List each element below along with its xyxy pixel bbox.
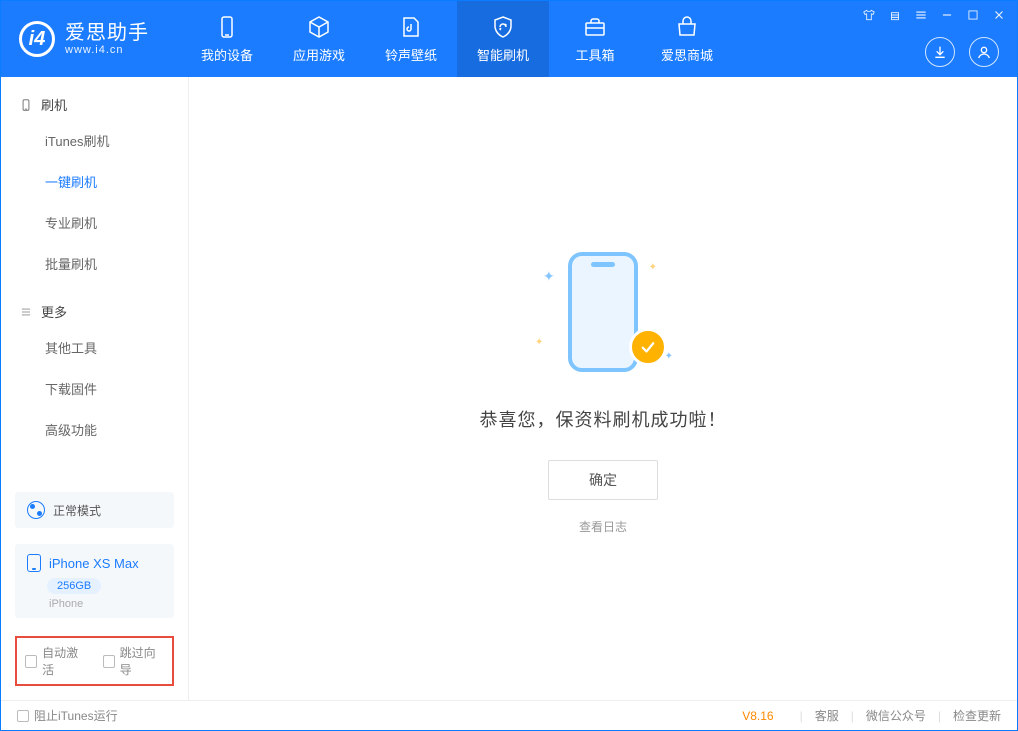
maximize-icon[interactable]: [965, 7, 981, 23]
nav-label: 爱思商城: [661, 45, 713, 64]
sidebar-item-itunes-flash[interactable]: iTunes刷机: [45, 120, 188, 161]
checkmark-badge-icon: [629, 328, 667, 366]
sidebar-section-title: 刷机: [41, 95, 67, 114]
link-support support[interactable]: 客服: [815, 707, 839, 724]
ok-button[interactable]: 确定: [548, 460, 658, 500]
shirt-icon[interactable]: [861, 7, 877, 23]
separator: |: [800, 709, 803, 723]
success-message: 恭喜您，保资料刷机成功啦！: [480, 406, 727, 432]
nav-label: 我的设备: [201, 45, 253, 64]
sparkle-icon: ✦: [649, 262, 657, 273]
sidebar-item-batch-flash[interactable]: 批量刷机: [45, 243, 188, 284]
toolbox-icon: [582, 14, 608, 40]
sidebar-item-download-firmware[interactable]: 下载固件: [45, 368, 188, 409]
lock-icon[interactable]: [887, 7, 903, 23]
device-icon: [214, 14, 240, 40]
window-controls: [861, 7, 1007, 23]
list-icon: [19, 305, 33, 319]
nav-ringtones-wallpapers[interactable]: 铃声壁纸: [365, 1, 457, 77]
sidebar-item-oneclick-flash[interactable]: 一键刷机: [45, 161, 188, 202]
sidebar-section-title: 更多: [41, 302, 67, 321]
app-title: 爱思助手: [65, 22, 149, 44]
nav-store[interactable]: 爱思商城: [641, 1, 733, 77]
checkbox-icon: [25, 655, 37, 668]
shield-refresh-icon: [490, 14, 516, 40]
status-left: 阻止iTunes运行: [17, 707, 734, 724]
checkbox-label: 跳过向导: [120, 644, 164, 678]
close-icon[interactable]: [991, 7, 1007, 23]
device-card[interactable]: iPhone XS Max 256GB iPhone: [15, 544, 174, 618]
sidebar-header-more: 更多: [1, 302, 188, 327]
menu-icon[interactable]: [913, 7, 929, 23]
store-icon: [674, 14, 700, 40]
sidebar-section-flash: 刷机 iTunes刷机 一键刷机 专业刷机 批量刷机: [1, 77, 188, 284]
device-name-row: iPhone XS Max: [27, 554, 162, 572]
sidebar-item-other-tools[interactable]: 其他工具: [45, 327, 188, 368]
music-file-icon: [398, 14, 424, 40]
statusbar: 阻止iTunes运行 V8.16 | 客服 | 微信公众号 | 检查更新: [1, 700, 1017, 730]
checkbox-icon: [17, 710, 29, 722]
sidebar-items: 其他工具 下载固件 高级功能: [1, 327, 188, 450]
mode-card[interactable]: 正常模式: [15, 492, 174, 528]
cube-icon: [306, 14, 332, 40]
separator: |: [938, 709, 941, 723]
version-label: V8.16: [742, 709, 773, 723]
logo-icon: i4: [19, 21, 55, 57]
titlebar: i4 爱思助手 www.i4.cn 我的设备 应用游戏 铃声壁纸 智能刷机: [1, 1, 1017, 77]
titlebar-right-icons: [925, 37, 999, 67]
sidebar-items: iTunes刷机 一键刷机 专业刷机 批量刷机: [1, 120, 188, 284]
user-icon[interactable]: [969, 37, 999, 67]
sparkle-icon: ✦: [535, 337, 543, 348]
sidebar-section-more: 更多 其他工具 下载固件 高级功能: [1, 284, 188, 450]
status-right: V8.16 | 客服 | 微信公众号 | 检查更新: [742, 707, 1001, 724]
nav-smart-flash[interactable]: 智能刷机: [457, 1, 549, 77]
nav-toolbox[interactable]: 工具箱: [549, 1, 641, 77]
view-log-link[interactable]: 查看日志: [579, 518, 627, 535]
phone-icon: [27, 554, 41, 572]
nav-label: 智能刷机: [477, 45, 529, 64]
checkbox-label: 自动激活: [42, 644, 86, 678]
nav-my-device[interactable]: 我的设备: [181, 1, 273, 77]
checkbox-icon: [103, 655, 115, 668]
minimize-icon[interactable]: [939, 7, 955, 23]
link-wechat[interactable]: 微信公众号: [866, 707, 926, 724]
sidebar-item-advanced[interactable]: 高级功能: [45, 409, 188, 450]
top-nav: 我的设备 应用游戏 铃声壁纸 智能刷机 工具箱 爱思商城: [181, 1, 733, 77]
mode-label: 正常模式: [53, 502, 101, 519]
checkbox-label: 阻止iTunes运行: [34, 707, 118, 724]
checkbox-auto-activate[interactable]: 自动激活: [25, 644, 87, 678]
nav-label: 工具箱: [575, 45, 614, 64]
logo-area: i4 爱思助手 www.i4.cn: [1, 1, 181, 77]
app-subtitle: www.i4.cn: [65, 44, 149, 56]
device-name: iPhone XS Max: [49, 556, 139, 571]
mode-icon: [27, 501, 45, 519]
device-storage-badge: 256GB: [47, 578, 101, 594]
main-content: ✦ ✦ ✦ ✦ 恭喜您，保资料刷机成功啦！ 确定 查看日志: [189, 77, 1017, 700]
phone-illustration: [568, 252, 638, 372]
sidebar-item-pro-flash[interactable]: 专业刷机: [45, 202, 188, 243]
checkbox-row-highlighted: 自动激活 跳过向导: [15, 636, 174, 686]
sidebar-header-flash: 刷机: [1, 95, 188, 120]
download-icon[interactable]: [925, 37, 955, 67]
link-check-update[interactable]: 检查更新: [953, 707, 1001, 724]
checkbox-block-itunes[interactable]: 阻止iTunes运行: [17, 707, 118, 724]
success-illustration: ✦ ✦ ✦ ✦: [533, 242, 673, 382]
logo-text: 爱思助手 www.i4.cn: [65, 22, 149, 56]
nav-label: 应用游戏: [293, 45, 345, 64]
device-type: iPhone: [49, 598, 162, 610]
separator: |: [851, 709, 854, 723]
checkbox-skip-guide[interactable]: 跳过向导: [103, 644, 165, 678]
sparkle-icon: ✦: [543, 268, 555, 285]
phone-outline-icon: [19, 98, 33, 112]
nav-label: 铃声壁纸: [385, 45, 437, 64]
body: 刷机 iTunes刷机 一键刷机 专业刷机 批量刷机 更多 其他工具 下载固件 …: [1, 77, 1017, 700]
nav-apps-games[interactable]: 应用游戏: [273, 1, 365, 77]
app-window: i4 爱思助手 www.i4.cn 我的设备 应用游戏 铃声壁纸 智能刷机: [0, 0, 1018, 731]
sidebar: 刷机 iTunes刷机 一键刷机 专业刷机 批量刷机 更多 其他工具 下载固件 …: [1, 77, 189, 700]
sidebar-spacer: [1, 450, 188, 484]
